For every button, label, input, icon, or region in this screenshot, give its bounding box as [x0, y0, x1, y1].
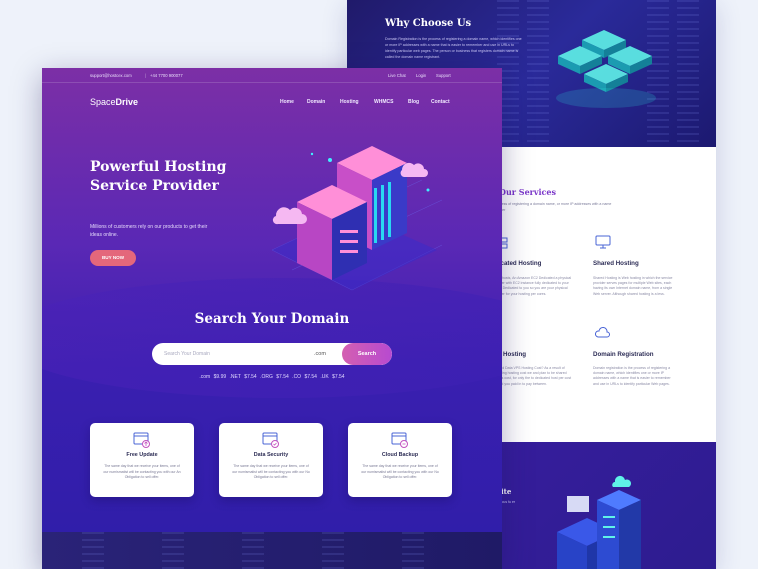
search-domain-title: Search Your Domain [194, 311, 350, 327]
feature-card[interactable]: Data Security The same day that we recei… [219, 423, 323, 497]
services-title: Our Services [499, 187, 557, 197]
cloud-icon [595, 327, 610, 338]
services-subtitle: is the process of registering a domain n… [485, 202, 612, 212]
server-rack-bg [677, 0, 699, 147]
feature-card-text: The same day that we receive your items,… [232, 464, 310, 479]
support-link[interactable]: Support [436, 73, 451, 78]
server-stack-illustration [557, 475, 641, 569]
hero-title: Powerful Hosting Service Provider [90, 159, 227, 194]
feature-card-title: Free Update [126, 452, 158, 458]
nav-contact[interactable]: Contact [431, 99, 450, 105]
feature-card[interactable]: Cloud Backup The same day that we receiv… [348, 423, 452, 497]
nav-domain[interactable]: Domain [307, 99, 325, 105]
topbar-divider: | [145, 73, 147, 78]
logo-text-bold: Drive [115, 97, 139, 107]
nav-blog[interactable]: Blog [408, 99, 419, 105]
feature-card-title: Cloud Backup [381, 452, 419, 458]
service-title: Shared Hosting [593, 260, 639, 267]
logo-text-light: Space [90, 97, 116, 107]
brand-logo[interactable]: SpaceDrive [90, 97, 138, 107]
live-chat-link[interactable]: Live Chat [388, 73, 406, 78]
server-blocks-illustration [556, 30, 656, 108]
browser-backup-icon [391, 432, 408, 448]
service-title: Domain Registration [593, 351, 654, 358]
phone-number: +44 7700 900077 [150, 73, 183, 78]
buy-now-button[interactable]: BUY NOW [90, 250, 136, 266]
tld-price-list: .com $9.99 .NET $7.54 .ORG $7.54 .CO $7.… [199, 374, 345, 380]
feature-card-title: Data Security [253, 452, 289, 458]
why-choose-us-title: Why Choose Us [385, 18, 472, 29]
monitor-icon [595, 235, 611, 249]
why-choose-us-text: Domain Registration is the process of re… [385, 37, 522, 59]
server-rack-bg [402, 532, 424, 569]
nav-home[interactable]: Home [280, 99, 294, 105]
server-rack-bg [82, 532, 104, 569]
service-text: Fed hosts, An Amazon EC2 Dedicated a phy… [495, 276, 572, 296]
server-rack-bg [242, 532, 264, 569]
search-button[interactable]: Search [342, 343, 392, 365]
server-rack-bg [162, 532, 184, 569]
server-rack-bg [322, 532, 344, 569]
feature-card-text: The same day that we receive your items,… [361, 464, 439, 479]
feature-card[interactable]: Free Update The same day that we receive… [90, 423, 194, 497]
browser-update-icon [133, 432, 150, 448]
server-rack-bg [527, 0, 549, 147]
feature-card-text: The same day that we receive your items,… [103, 464, 181, 479]
nav-whmcs[interactable]: WHMCS [374, 99, 393, 105]
service-text: Shared Hosting is Web hosting in which t… [593, 276, 673, 296]
login-link[interactable]: Login [416, 73, 426, 78]
top-bar: support@hostcex.com | +44 7700 900077 Li… [42, 68, 502, 83]
datacenter-strip [42, 532, 502, 569]
tld-select[interactable]: .com [314, 343, 326, 365]
nav-hosting[interactable]: Hosting [340, 99, 359, 105]
hosting-building-illustration [271, 146, 443, 291]
service-title: Hosting [503, 351, 527, 358]
domain-search-input[interactable] [164, 343, 304, 365]
browser-security-icon [262, 432, 279, 448]
domain-search-bar: .com Search [152, 343, 392, 365]
service-text: Domain registration is the process of re… [593, 366, 671, 386]
support-email-link[interactable]: support@hostcex.com [90, 73, 132, 78]
front-page-preview: support@hostcex.com | +44 7700 900077 Li… [42, 68, 502, 569]
hero-subtitle: Millions of customers rely on our produc… [90, 224, 208, 238]
service-text: Cloud Data VPS Hosting Cost? As a result… [495, 366, 572, 386]
